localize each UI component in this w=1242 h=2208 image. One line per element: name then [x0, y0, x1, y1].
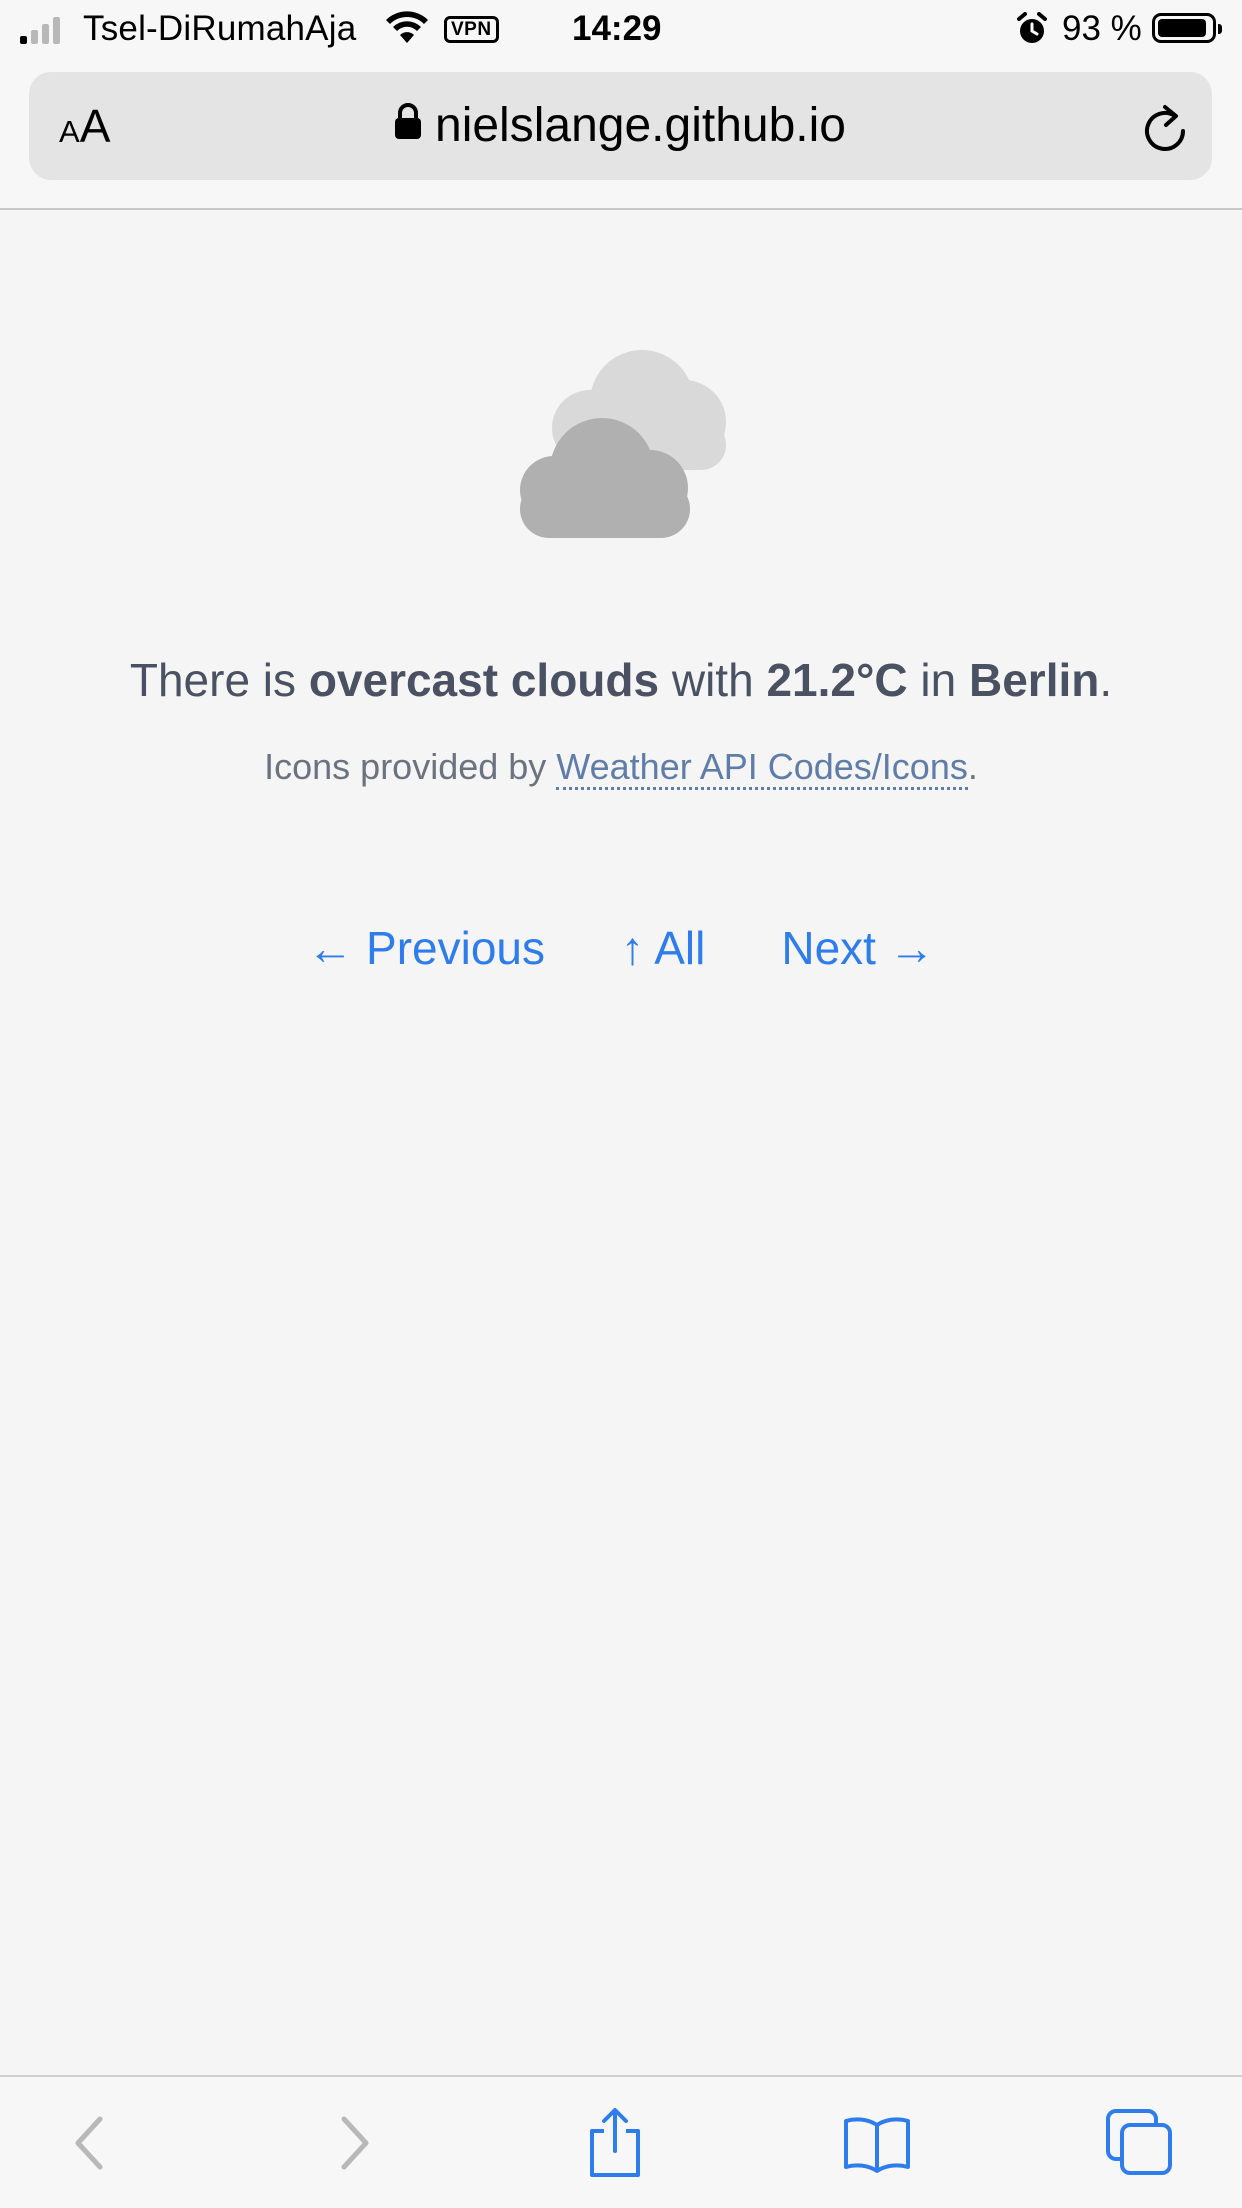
overcast-clouds-icon	[484, 320, 764, 540]
clock: 14:29	[572, 9, 662, 48]
weather-sentence: There is overcast clouds with 21.2°C in …	[129, 654, 1113, 706]
browser-screen: Tsel-DiRumahAja VPN 14:29 93 % AA nielsl…	[0, 0, 1242, 2208]
battery-icon	[1152, 13, 1222, 43]
reload-icon[interactable]	[1140, 100, 1190, 161]
weather-city: Berlin	[968, 654, 1100, 706]
back-icon[interactable]	[56, 2107, 126, 2179]
credit-link[interactable]: Weather API Codes/Icons	[556, 746, 968, 790]
previous-link[interactable]: ← Previous	[307, 922, 545, 974]
url-text: nielslange.github.io	[435, 99, 846, 152]
battery-percent: 93 %	[1062, 9, 1142, 48]
alarm-icon	[1016, 12, 1048, 55]
signal-icon	[20, 14, 60, 44]
all-link[interactable]: ↑ All	[621, 922, 705, 974]
tabs-icon[interactable]	[1104, 2107, 1174, 2179]
wifi-icon	[385, 11, 429, 54]
lock-icon	[395, 96, 421, 152]
bookmarks-icon[interactable]	[842, 2107, 912, 2179]
icon-credit: Icons provided by Weather API Codes/Icon…	[0, 742, 1242, 792]
weather-temperature: 21.2°C	[766, 654, 908, 706]
carrier-name: Tsel-DiRumahAja	[83, 9, 357, 48]
share-icon[interactable]	[580, 2107, 650, 2179]
url-display[interactable]: nielslange.github.io	[29, 98, 1212, 156]
vpn-badge: VPN	[444, 16, 499, 43]
next-link[interactable]: Next →	[781, 922, 934, 974]
status-bar: Tsel-DiRumahAja VPN 14:29 93 %	[0, 0, 1242, 62]
battery-level-fill	[1158, 19, 1206, 37]
forward-icon[interactable]	[318, 2107, 388, 2179]
address-bar[interactable]: AA nielslange.github.io	[29, 72, 1212, 180]
weather-condition: overcast clouds	[308, 654, 660, 706]
pagination: ← Previous ↑ All Next →	[0, 918, 1242, 978]
browser-toolbar	[0, 2075, 1242, 2208]
browser-address-area: AA nielslange.github.io	[0, 62, 1242, 210]
